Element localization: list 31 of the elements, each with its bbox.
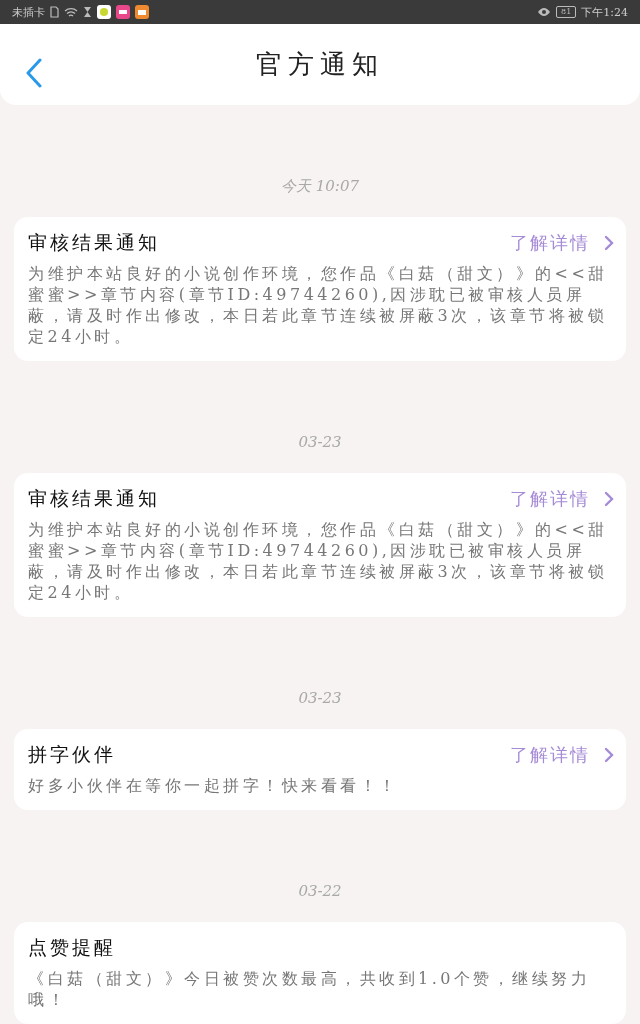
date-text: 03-23 [297,688,343,709]
sim-icon [50,6,59,18]
date-text: 03-22 [297,881,343,902]
notice-text: 为维护本站良好的小说创作环境，您作品《白菇（甜文）》的<<甜蜜蜜>>章节内容(章节ID:49744260),因涉耽已被审核人员屏蔽，请及时作出修改，本日若此章节连续被屏蔽3次，该章节将被锁定24小时。 [28,263,609,347]
chevron-icon[interactable] [604,491,614,507]
app-icon [97,5,111,19]
notice-text: 好多小伙伴在等你一起拼字！快来看看！！ [28,775,400,796]
chevron-icon[interactable] [604,235,614,251]
notice-title: 审核结果通知 [28,486,160,511]
notice-card[interactable]: 审核结果通知 了解详情 为维护本站良好的小说创作环境，您作品《白菇（甜文）》的<<甜蜜蜜>>章节内容(章节ID:49744260),因涉耽已被审核人员屏蔽，请及时作出修改，本日若此章节连续被屏蔽3次，该章节将被锁定24小时。 [14,473,626,617]
hourglass-icon [83,6,92,18]
notice-text: 为维护本站良好的小说创作环境，您作品《白菇（甜文）》的<<甜蜜蜜>>章节内容(章节ID:49744260),因涉耽已被审核人员屏蔽，请及时作出修改，本日若此章节连续被屏蔽3次，该章节将被锁定24小时。 [28,519,609,603]
back-icon[interactable] [26,58,42,88]
clock-text: 下午1:24 [581,4,628,20]
date-text: 03-23 [297,432,343,453]
notice-card[interactable]: 审核结果通知 了解详情 为维护本站良好的小说创作环境，您作品《白菇（甜文）》的<<甜蜜蜜>>章节内容(章节ID:49744260),因涉耽已被审核人员屏蔽，请及时作出修改，本日若此章节连续被屏蔽3次，该章节将被锁定24小时。 [14,217,626,361]
eye-icon [537,7,552,17]
notice-card[interactable]: 点赞提醒 《白菇（甜文）》今日被赞次数最高，共收到1.0个赞，继续努力哦！ [14,922,626,1024]
notice-card[interactable]: 拼字伙伴 了解详情 好多小伙伴在等你一起拼字！快来看看！！ [14,729,626,810]
chevron-icon[interactable] [604,747,614,763]
battery-level: 81 [556,6,577,18]
app-icon [135,5,149,19]
page-title: 官方通知 [256,48,384,81]
wifi-icon [64,6,78,18]
notice-title: 拼字伙伴 [28,742,116,767]
notice-text: 《白菇（甜文）》今日被赞次数最高，共收到1.0个赞，继续努力哦！ [28,968,592,1010]
app-icon [116,5,130,19]
notice-title: 点赞提醒 [28,935,116,960]
carrier-text: 未插卡 [12,4,45,20]
notice-title: 审核结果通知 [28,230,160,255]
date-text: 今天 10:07 [280,176,360,197]
